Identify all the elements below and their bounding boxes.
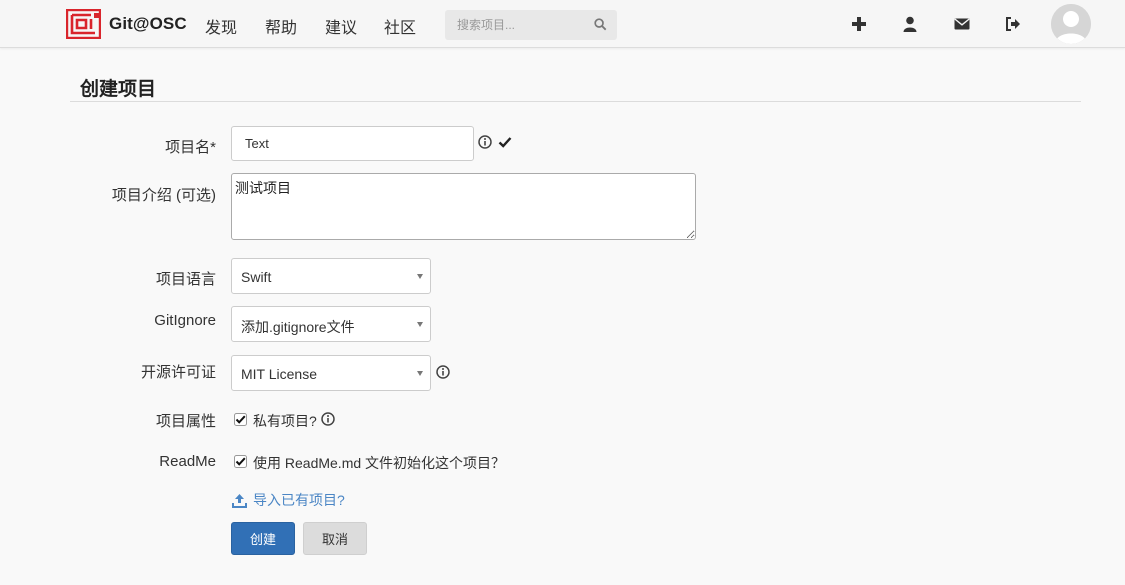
search-box — [445, 10, 617, 40]
avatar[interactable] — [1051, 4, 1091, 44]
title-divider — [70, 101, 1081, 102]
check-icon — [498, 137, 512, 148]
envelope-icon[interactable] — [953, 15, 971, 33]
brand-name: Git@OSC — [109, 14, 187, 33]
info-circle-icon[interactable] — [478, 135, 492, 149]
gitosc-logo-icon — [66, 9, 101, 39]
private-project-label[interactable]: 私有项目? — [253, 411, 317, 431]
project-language-select[interactable]: Swift — [231, 258, 431, 294]
top-navbar: Git@OSC 发现 帮助 建议 社区 — [0, 0, 1125, 48]
user-icon[interactable] — [901, 15, 919, 33]
project-language-label: 项目语言 — [155, 271, 216, 288]
gitignore-select[interactable]: 添加.gitignore文件 — [231, 306, 431, 342]
license-select[interactable]: MIT License — [231, 355, 431, 391]
license-value: MIT License — [241, 366, 317, 382]
visibility-label: 项目属性 — [155, 413, 216, 430]
nav-link-discover[interactable]: 发现 — [205, 14, 237, 38]
import-project-label: 导入已有项目? — [253, 492, 345, 508]
import-project-link[interactable]: 导入已有项目? — [232, 490, 345, 510]
info-circle-icon[interactable] — [321, 412, 335, 426]
project-description-textarea[interactable]: 测试项目 — [231, 173, 696, 240]
info-circle-icon[interactable] — [436, 365, 450, 379]
cancel-button[interactable]: 取消 — [303, 522, 367, 555]
sign-out-icon[interactable] — [1004, 15, 1022, 33]
caret-down-icon — [417, 322, 423, 327]
gitignore-value: 添加.gitignore文件 — [241, 319, 355, 335]
project-language-value: Swift — [241, 269, 272, 285]
search-icon[interactable] — [594, 18, 607, 31]
caret-down-icon — [417, 371, 423, 376]
nav-link-help[interactable]: 帮助 — [265, 14, 297, 38]
project-name-input[interactable] — [231, 126, 474, 161]
caret-down-icon — [417, 274, 423, 279]
gitignore-label: GitIgnore — [154, 312, 216, 329]
project-name-label: 项目名* — [165, 139, 216, 156]
search-input[interactable] — [445, 10, 617, 40]
nav-link-community[interactable]: 社区 — [384, 14, 416, 38]
brand-logo[interactable]: Git@OSC — [66, 9, 187, 39]
readme-init-label[interactable]: 使用 ReadMe.md 文件初始化这个项目？ — [253, 453, 505, 473]
upload-icon — [232, 493, 247, 508]
nav-link-suggest[interactable]: 建议 — [325, 14, 357, 38]
avatar-placeholder-icon — [1051, 4, 1091, 44]
license-label: 开源许可证 — [140, 364, 216, 381]
page-title: 创建项目 — [80, 79, 157, 100]
create-button[interactable]: 创建 — [231, 522, 295, 555]
readme-label: ReadMe — [159, 453, 216, 470]
readme-init-checkbox[interactable] — [234, 455, 247, 468]
plus-icon[interactable] — [850, 15, 868, 33]
private-project-checkbox[interactable] — [234, 413, 247, 426]
project-description-label: 项目介绍 (可选) — [111, 187, 216, 204]
